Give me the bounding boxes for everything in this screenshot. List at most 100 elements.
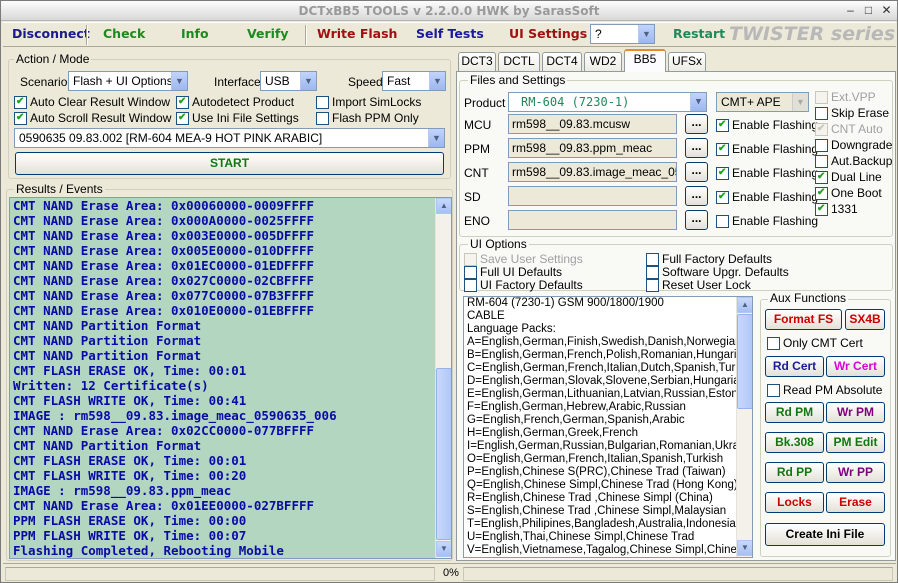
rd-pp-button[interactable]: Rd PP	[765, 462, 824, 483]
cmt-ape-select[interactable]: CMT+ APE ▼	[716, 92, 809, 112]
scroll-down-icon[interactable]: ▼	[436, 541, 451, 557]
cnt-enable-flashing-checkbox[interactable]: Enable Flashing	[716, 166, 818, 180]
start-button[interactable]: START	[15, 152, 444, 175]
ui-factory-defaults-checkbox[interactable]: UI Factory Defaults	[464, 279, 583, 292]
dual-line-checkbox[interactable]: Dual Line	[815, 170, 882, 184]
one-boot-checkbox[interactable]: One Boot	[815, 186, 882, 200]
read-pm-absolute-checkbox[interactable]: Read PM Absolute	[767, 384, 882, 397]
eno-enable-flashing-checkbox[interactable]: Enable Flashing	[716, 215, 818, 228]
auto-scroll-checkbox[interactable]: Auto Scroll Result Window	[14, 111, 171, 125]
rd-cert-button[interactable]: Rd Cert	[765, 356, 824, 377]
wr-cert-button[interactable]: Wr Cert	[826, 356, 885, 377]
info-line: B=English,German,French,Polish,Romanian,…	[467, 349, 750, 361]
mcu-enable-flashing-checkbox[interactable]: Enable Flashing	[716, 118, 818, 132]
self-tests-button[interactable]: Self Tests	[416, 26, 484, 41]
format-fs-button[interactable]: Format FS	[765, 309, 842, 330]
toolbar: Disconnect Check Info Verify Write Flash…	[3, 22, 896, 47]
ppm-enable-flashing-checkbox[interactable]: Enable Flashing	[716, 142, 818, 156]
disconnect-button[interactable]: Disconnect	[12, 26, 90, 41]
interface-select[interactable]: USB ▼	[260, 71, 317, 91]
erase-button[interactable]: Erase	[826, 492, 885, 513]
eno-file-field[interactable]	[508, 210, 677, 230]
tab-wd2[interactable]: WD2	[584, 52, 622, 71]
scroll-down-icon[interactable]: ▼	[737, 540, 752, 556]
ui-settings-button[interactable]: UI Settings	[509, 26, 587, 41]
mcu-file-field[interactable]: rm598__09.83.mcusw	[508, 114, 677, 134]
main-window: DCTxBB5 TOOLS v 2.2.0.0 HWK by SarasSoft…	[0, 0, 898, 583]
sd-file-field[interactable]	[508, 186, 677, 206]
aux-functions-label: Aux Functions	[768, 291, 849, 305]
info-line: Language Packs:	[467, 323, 556, 335]
sx4b-button[interactable]: SX4B	[845, 309, 885, 330]
sd-label: SD	[464, 190, 481, 204]
aut-backup-checkbox[interactable]: Aut.Backup	[815, 155, 892, 168]
tab-dctl[interactable]: DCTL	[498, 52, 540, 71]
log-line: CMT NAND Partition Format	[13, 438, 202, 453]
tab-dct4[interactable]: DCT4	[542, 52, 582, 71]
product-info-box[interactable]: RM-604 (7230-1) GSM 900/1800/1900 CABLE La…	[463, 296, 753, 558]
log-line: Flashing Completed, Rebooting Mobile	[13, 543, 284, 558]
import-simlocks-checkbox[interactable]: Import SimLocks	[316, 96, 421, 109]
log-line: IMAGE : rm598__09.83.image_meac_0590635_…	[13, 408, 337, 423]
reset-user-lock-checkbox[interactable]: Reset User Lock	[646, 279, 751, 292]
cnt-auto-checkbox[interactable]: CNT Auto	[815, 122, 883, 136]
tab-dct3[interactable]: DCT3	[458, 52, 496, 71]
log-line: CMT NAND Erase Area: 0x01EC0000-01EDFFFF	[13, 258, 315, 273]
speed-select[interactable]: Fast ▼	[382, 71, 446, 91]
scroll-thumb[interactable]	[737, 314, 752, 409]
write-flash-button[interactable]: Write Flash	[317, 26, 397, 41]
restart-button[interactable]: Restart	[673, 26, 725, 41]
ppm-browse-button[interactable]: ...	[685, 138, 708, 158]
info-lines: RM-604 (7230-1) GSM 900/1800/1900 CABLE La…	[464, 297, 752, 557]
ppm-file-field[interactable]: rm598__09.83.ppm_meac	[508, 138, 677, 158]
tab-bb5[interactable]: BB5	[624, 49, 666, 72]
wr-pp-button[interactable]: Wr PP	[826, 462, 885, 483]
info-button[interactable]: Info	[181, 26, 209, 41]
scenario-select[interactable]: Flash + UI Options ▼	[68, 71, 188, 91]
locks-button[interactable]: Locks	[765, 492, 824, 513]
mcu-browse-button[interactable]: ...	[685, 114, 708, 134]
log-line: CMT NAND Erase Area: 0x077C0000-07B3FFFF	[13, 288, 315, 303]
autodetect-product-checkbox[interactable]: Autodetect Product	[176, 95, 294, 109]
1331-checkbox[interactable]: 1331	[815, 202, 858, 216]
cnt-browse-button[interactable]: ...	[685, 162, 708, 182]
verify-button[interactable]: Verify	[247, 26, 289, 41]
cnt-file-field[interactable]: rm598__09.83.image_meac_0590	[508, 162, 677, 182]
auto-clear-checkbox[interactable]: Auto Clear Result Window	[14, 95, 170, 109]
only-cmt-cert-checkbox[interactable]: Only CMT Cert	[767, 337, 863, 350]
maximize-icon[interactable]: □	[861, 4, 876, 18]
use-ini-checkbox[interactable]: Use Ini File Settings	[176, 111, 299, 125]
close-icon[interactable]: ✕	[879, 4, 894, 18]
product-select[interactable]: RM-604 (7230-1) ▼	[508, 92, 707, 112]
toolbar-separator	[86, 25, 88, 45]
firmware-select[interactable]: 0590635 09.83.002 [RM-604 MEA-9 HOT PINK…	[14, 128, 445, 148]
chevron-down-icon: ▼	[428, 129, 444, 147]
scroll-up-icon[interactable]: ▲	[737, 297, 752, 313]
minimize-icon[interactable]: –	[843, 4, 858, 18]
log-scrollbar[interactable]: ▲ ▼	[435, 198, 451, 558]
create-ini-button[interactable]: Create Ini File	[765, 523, 885, 546]
eno-browse-button[interactable]: ...	[685, 210, 708, 230]
check-button[interactable]: Check	[103, 26, 145, 41]
info-line: RM-604 (7230-1) GSM 900/1800/1900	[467, 297, 664, 309]
brand-logo: TWISTER series	[729, 23, 896, 45]
wr-pm-button[interactable]: Wr PM	[826, 402, 885, 423]
scroll-up-icon[interactable]: ▲	[436, 198, 451, 214]
help-combo[interactable]: ? ▼	[590, 24, 655, 44]
log-line: IMAGE : rm598__09.83.ppm_meac	[13, 483, 232, 498]
results-log[interactable]: CMT NAND Erase Area: 0x00060000-0009FFFF…	[9, 197, 452, 559]
ext-vpp-checkbox[interactable]: Ext.VPP	[815, 91, 876, 104]
scroll-thumb[interactable]	[436, 368, 451, 540]
flash-ppm-only-checkbox[interactable]: Flash PPM Only	[316, 112, 419, 125]
skip-erase-checkbox[interactable]: Skip Erase	[815, 107, 889, 120]
chevron-down-icon: ▼	[171, 72, 187, 90]
rd-pm-button[interactable]: Rd PM	[765, 402, 824, 423]
sd-enable-flashing-checkbox[interactable]: Enable Flashing	[716, 190, 818, 204]
tab-ufsx[interactable]: UFSx	[668, 52, 706, 71]
pm-edit-button[interactable]: PM Edit	[826, 432, 885, 453]
title-bar: DCTxBB5 TOOLS v 2.2.0.0 HWK by SarasSoft…	[1, 1, 897, 21]
bk308-button[interactable]: Bk.308	[765, 432, 824, 453]
info-scrollbar[interactable]: ▲ ▼	[736, 297, 752, 557]
downgrade-checkbox[interactable]: Downgrade	[815, 139, 892, 152]
sd-browse-button[interactable]: ...	[685, 186, 708, 206]
